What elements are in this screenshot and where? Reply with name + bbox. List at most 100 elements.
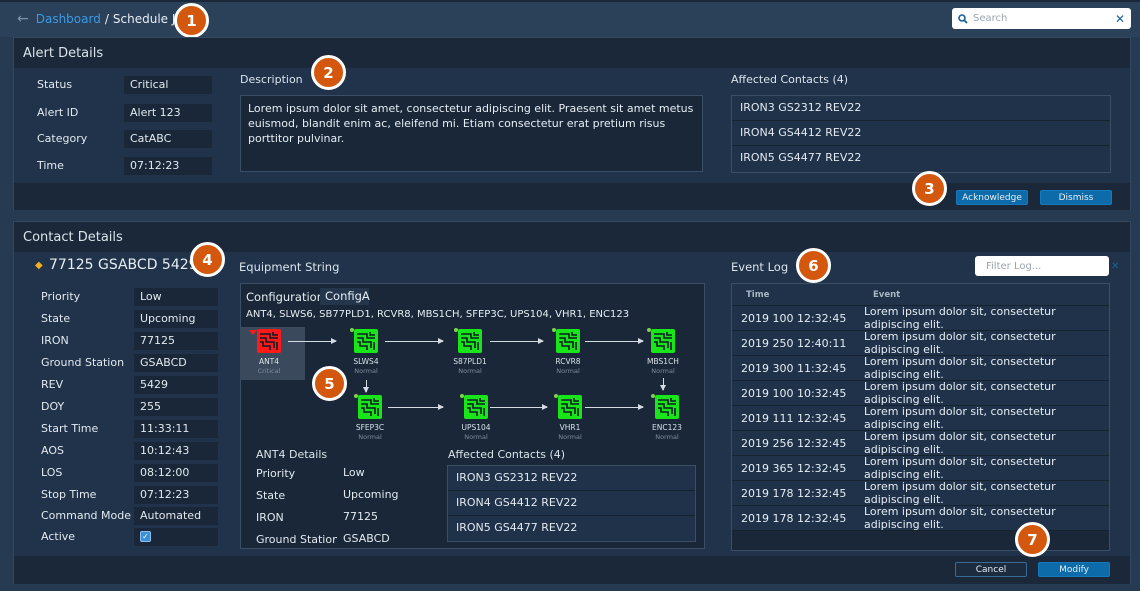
contact-field-label: AOS: [41, 444, 64, 457]
event-text: Lorem ipsum dolor sit, consectetur adipi…: [864, 380, 1056, 406]
contact-field-value: 10:12:43: [134, 442, 218, 460]
active-checkbox[interactable]: ✓: [140, 531, 151, 542]
dismiss-button[interactable]: Dismiss: [1040, 190, 1112, 205]
back-arrow-icon[interactable]: ←: [17, 11, 29, 27]
equipment-node-status: Normal: [655, 433, 679, 441]
alert-status-label: Status: [37, 78, 73, 91]
event-time: 2019 256 12:32:45: [741, 436, 847, 450]
breadcrumb-dashboard-link[interactable]: Dashboard: [36, 12, 101, 26]
contact-field-value: 5429: [134, 376, 218, 394]
equipment-node-status: Normal: [558, 433, 582, 441]
event-log-row[interactable]: 2019 365 12:32:45 Lorem ipsum dolor sit, …: [732, 455, 1109, 481]
contact-list-item[interactable]: IRON3 GS2312 REV22: [448, 466, 695, 491]
event-text: Lorem ipsum dolor sit, consectetur adipi…: [864, 430, 1056, 456]
event-log-row[interactable]: 2019 256 12:32:45 Lorem ipsum dolor sit, …: [732, 430, 1109, 456]
event-text: Lorem ipsum dolor sit, consectetur adipi…: [864, 405, 1056, 431]
event-log-row[interactable]: 2019 178 12:32:45 Lorem ipsum dolor sit, …: [732, 505, 1109, 531]
column-header-time[interactable]: Time: [732, 290, 873, 300]
description-text: Lorem ipsum dolor sit amet, consectetur …: [240, 95, 703, 172]
node-state-label: State: [256, 489, 286, 502]
node-state-value: Upcoming: [337, 486, 424, 504]
event-log-row[interactable]: 2019 300 11:32:45 Lorem ipsum dolor sit, …: [732, 355, 1109, 381]
search-icon: [958, 13, 968, 24]
filter-log-input[interactable]: [986, 260, 1111, 272]
connector-arrow: [490, 338, 544, 344]
equipment-node-name: VHR1: [559, 423, 581, 432]
contact-field-value: Automated: [134, 507, 218, 525]
contact-field-value: GSABCD: [134, 354, 218, 372]
column-header-event[interactable]: Event: [873, 290, 900, 300]
equipment-list-string: ANT4, SLWS6, SB77PLD1, RCVR8, MBS1CH, SF…: [246, 309, 630, 320]
description-label: Description: [240, 73, 303, 86]
equipment-node-ups104[interactable]: UPS104 Normal: [446, 394, 506, 441]
active-label: Active: [41, 530, 76, 543]
contact-list-item[interactable]: IRON4 GS4412 REV22: [732, 121, 1110, 146]
event-log-row[interactable]: 2019 250 12:40:11 Lorem ipsum dolor sit, …: [732, 330, 1109, 356]
event-log-row[interactable]: 2019 100 10:32:45 Lorem ipsum dolor sit, …: [732, 380, 1109, 406]
equipment-node-slws4[interactable]: SLWS4 Normal: [336, 328, 396, 375]
equipment-node-rcvr8[interactable]: RCVR8 Normal: [538, 328, 598, 375]
contact-list-item[interactable]: IRON5 GS4477 REV22: [448, 516, 695, 541]
connector-arrow: [385, 338, 444, 344]
modify-button[interactable]: Modify: [1038, 562, 1110, 577]
search-box: ✕: [952, 8, 1131, 29]
alert-status-value: Critical: [124, 76, 212, 94]
event-log-row[interactable]: 2019 100 12:32:45 Lorem ipsum dolor sit, …: [732, 305, 1109, 331]
contact-list-item[interactable]: IRON4 GS4412 REV22: [448, 491, 695, 516]
equipment-node-name: RCVR8: [555, 357, 581, 366]
status-dot-icon: [354, 394, 358, 398]
equipment-normal-icon: [358, 395, 382, 419]
event-text: Lorem ipsum dolor sit, consectetur adipi…: [864, 355, 1056, 381]
equipment-node-status: Normal: [556, 367, 580, 375]
annotation-badge-2: 2: [311, 55, 346, 90]
equipment-node-name: ENC123: [652, 423, 682, 432]
equipment-normal-icon: [556, 329, 580, 353]
event-text: Lorem ipsum dolor sit, consectetur adipi…: [864, 330, 1056, 356]
clear-filter-icon[interactable]: ✕: [1111, 261, 1119, 272]
contact-list-item[interactable]: IRON3 GS2312 REV22: [732, 96, 1110, 121]
configuration-value[interactable]: ConfigA: [320, 288, 370, 305]
breadcrumb-separator: /: [104, 12, 109, 26]
equipment-node-name: S87PLD1: [453, 357, 487, 366]
connector-arrow: [585, 404, 644, 410]
event-log-header: Time Event: [732, 284, 1109, 306]
equipment-node-mbs1ch[interactable]: MBS1CH Normal: [633, 328, 693, 375]
annotation-badge-6: 6: [796, 248, 831, 283]
equipment-node-sfep3c[interactable]: SFEP3C Normal: [340, 394, 400, 441]
connector-arrow: [660, 378, 666, 391]
equipment-node-s87pld1[interactable]: S87PLD1 Normal: [440, 328, 500, 375]
annotation-badge-5: 5: [312, 366, 347, 401]
node-ground-station-value: GSABCD: [337, 530, 424, 548]
connector-arrow: [388, 404, 444, 410]
equipment-node-ant4[interactable]: ANT4 Critical: [239, 329, 299, 375]
status-dot-icon: [552, 328, 556, 332]
event-log-row[interactable]: 2019 111 12:32:45 Lorem ipsum dolor sit, …: [732, 405, 1109, 431]
event-text: Lorem ipsum dolor sit, consectetur adipi…: [864, 305, 1056, 331]
event-log-row[interactable]: 2019 178 12:32:45 Lorem ipsum dolor sit, …: [732, 480, 1109, 506]
node-iron-value: 77125: [337, 508, 424, 526]
connector-arrow: [585, 338, 644, 344]
alert-category-value: CatABC: [124, 130, 212, 148]
equipment-node-enc123[interactable]: ENC123 Normal: [637, 394, 697, 441]
filter-log-box: ✕: [975, 256, 1119, 276]
event-text: Lorem ipsum dolor sit, consectetur adipi…: [864, 480, 1056, 506]
event-time: 2019 178 12:32:45: [741, 486, 847, 500]
equipment-node-status: Critical: [257, 367, 281, 375]
event-log-title: Event Log: [731, 260, 789, 274]
acknowledge-button[interactable]: Acknowledge: [956, 190, 1028, 205]
cancel-button[interactable]: Cancel: [955, 562, 1027, 577]
contact-field-value: 255: [134, 398, 218, 416]
status-dot-icon: [454, 328, 458, 332]
equipment-node-name: SFEP3C: [355, 423, 385, 432]
alert-id-label: Alert ID: [37, 106, 79, 119]
search-input[interactable]: [973, 13, 1115, 24]
status-dot-icon: [647, 328, 651, 332]
alert-id-value: Alert 123: [124, 104, 212, 122]
alert-time-value: 07:12:23: [124, 157, 212, 175]
clear-search-icon[interactable]: ✕: [1115, 12, 1125, 26]
contact-field-value: 08:12:00: [134, 464, 218, 482]
equipment-node-vhr1[interactable]: VHR1 Normal: [540, 394, 600, 441]
alert-affected-contacts-list: IRON3 GS2312 REV22 IRON4 GS4412 REV22 IR…: [731, 95, 1111, 173]
configuration-label: Configuration: [246, 290, 324, 304]
contact-list-item[interactable]: IRON5 GS4477 REV22: [732, 146, 1110, 171]
